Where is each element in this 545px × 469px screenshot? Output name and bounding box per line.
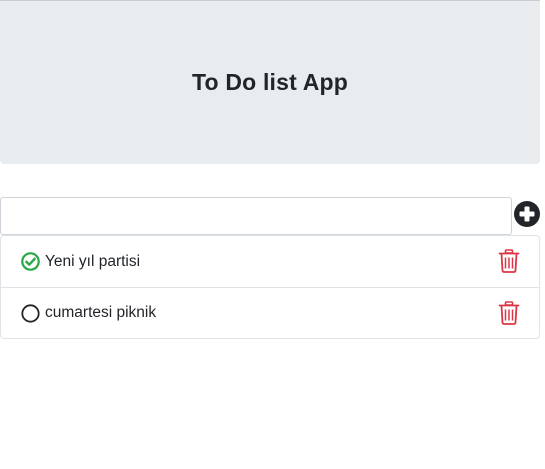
todo-item: cumartesi piknik [1,287,539,338]
plus-circle-icon [514,201,540,227]
delete-todo-button[interactable] [498,249,520,273]
trash-icon [498,301,520,325]
delete-todo-button[interactable] [498,301,520,325]
todo-item: Yeni yıl partisi [1,236,539,287]
todo-item-label: cumartesi piknik [45,304,157,321]
header-banner: To Do list App [0,0,540,164]
todo-list: Yeni yıl partisi cumartesi piknik [0,235,540,339]
trash-icon [498,249,520,273]
empty-circle-icon[interactable] [21,303,40,323]
new-todo-input[interactable] [0,197,512,235]
page-title: To Do list App [191,69,349,95]
todo-item-label: Yeni yıl partisi [45,252,141,270]
new-todo-row [0,197,545,235]
check-circle-icon[interactable] [21,252,40,271]
add-todo-button[interactable] [513,200,541,228]
